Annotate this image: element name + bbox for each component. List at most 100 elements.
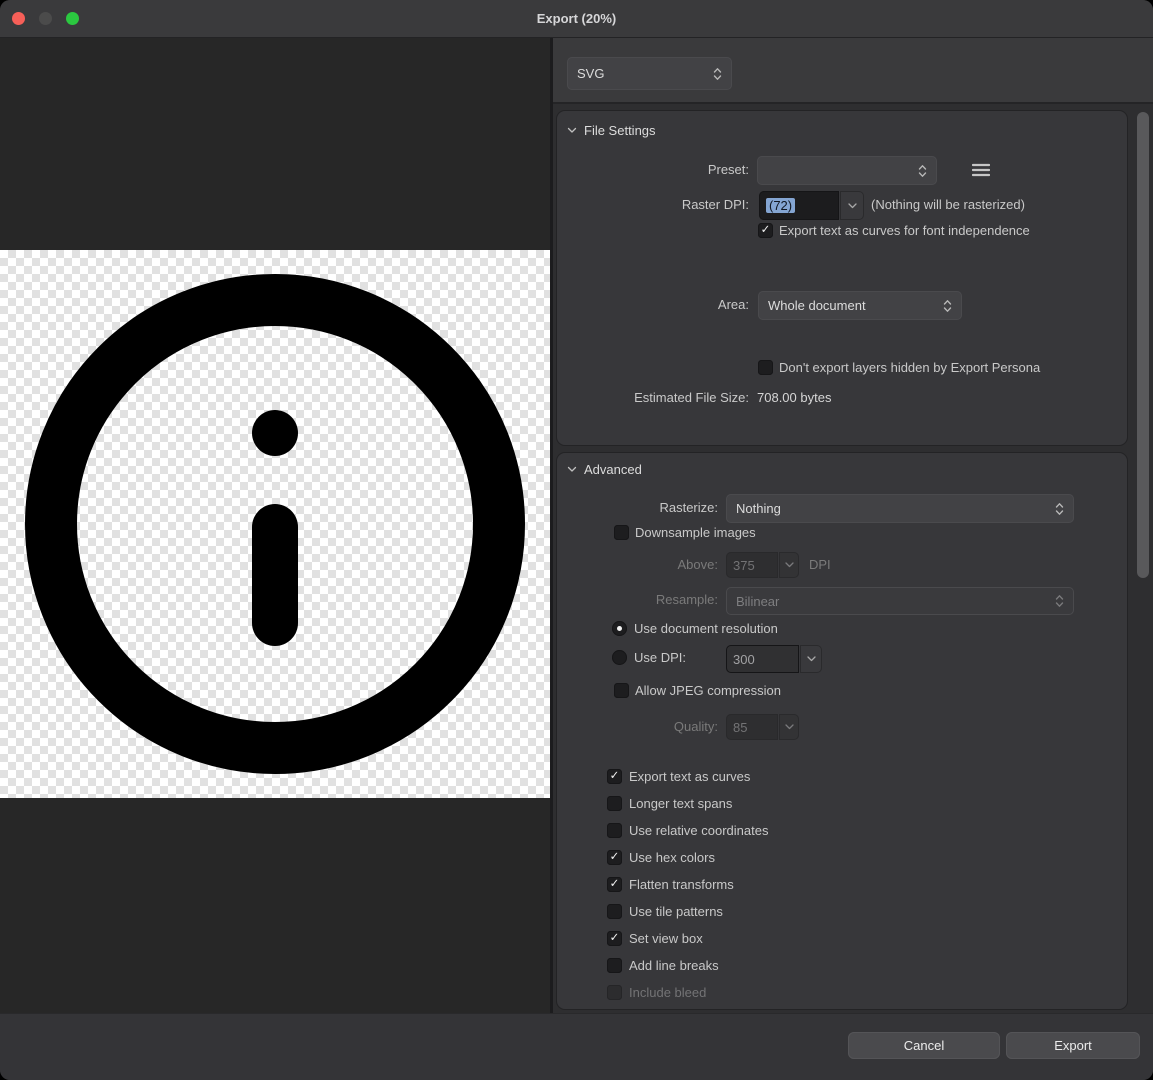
raster-dpi-dropdown-button[interactable]	[840, 191, 864, 220]
use-dpi-dropdown-button[interactable]	[800, 645, 822, 673]
estimated-size-label: Estimated File Size:	[557, 388, 749, 408]
title-bar: Export (20%)	[0, 0, 1153, 38]
svg-option-row: Export text as curves	[557, 764, 1129, 791]
option-label: Use tile patterns	[629, 902, 723, 922]
option-label: Longer text spans	[629, 794, 732, 814]
svg-option-row: Flatten transforms	[557, 872, 1129, 899]
option-label: Add line breaks	[629, 956, 719, 976]
option-checkbox[interactable]	[607, 958, 622, 973]
advanced-panel: Advanced Rasterize: Nothing Downsample i…	[556, 452, 1128, 1010]
svg-option-row: Use relative coordinates	[557, 818, 1129, 845]
above-field: 375	[726, 552, 778, 578]
resample-label: Resample:	[557, 590, 718, 610]
use-dpi-label: Use DPI:	[634, 648, 686, 668]
svg-option-row: Set view box	[557, 926, 1129, 953]
rasterize-select-value: Nothing	[736, 501, 1055, 516]
area-select-value: Whole document	[768, 298, 943, 313]
option-label: Include bleed	[629, 983, 706, 1003]
use-dpi-field[interactable]: 300	[726, 645, 799, 673]
raster-dpi-value: (72)	[766, 198, 795, 213]
above-label: Above:	[557, 555, 718, 575]
area-select[interactable]: Whole document	[758, 291, 962, 320]
advanced-header[interactable]: Advanced	[567, 462, 642, 477]
downsample-checkbox[interactable]	[614, 525, 629, 540]
use-dpi-combo[interactable]: 300	[726, 645, 822, 673]
cancel-button[interactable]: Cancel	[848, 1032, 1000, 1059]
disclosure-chevron-icon	[567, 127, 577, 134]
chevron-down-icon	[848, 203, 857, 209]
quality-value: 85	[733, 720, 747, 735]
above-combo: 375	[726, 552, 799, 578]
stepper-chevrons-icon	[943, 299, 952, 313]
resample-select-value: Bilinear	[736, 594, 1055, 609]
rasterize-label: Rasterize:	[557, 498, 718, 518]
option-checkbox[interactable]	[607, 769, 622, 784]
export-button[interactable]: Export	[1006, 1032, 1140, 1059]
option-label: Use hex colors	[629, 848, 715, 868]
stepper-chevrons-icon	[713, 67, 722, 81]
quality-combo: 85	[726, 714, 799, 740]
option-checkbox[interactable]	[607, 931, 622, 946]
use-doc-resolution-label: Use document resolution	[634, 619, 778, 639]
format-select[interactable]: SVG	[567, 57, 732, 90]
downsample-label: Downsample images	[635, 523, 756, 543]
raster-dpi-combo[interactable]: (72)	[759, 191, 864, 220]
chevron-down-icon	[785, 724, 794, 730]
rasterize-select[interactable]: Nothing	[726, 494, 1074, 523]
raster-dpi-field[interactable]: (72)	[759, 191, 839, 220]
preset-menu-icon[interactable]	[972, 163, 990, 177]
above-value: 375	[733, 558, 755, 573]
option-checkbox[interactable]	[607, 904, 622, 919]
dont-export-hidden-label: Don't export layers hidden by Export Per…	[779, 358, 1040, 378]
transparency-checkerboard	[0, 250, 550, 798]
use-dpi-value: 300	[733, 652, 755, 667]
disclosure-chevron-icon	[567, 466, 577, 473]
resample-select: Bilinear	[726, 587, 1074, 615]
option-checkbox[interactable]	[607, 796, 622, 811]
stepper-chevrons-icon	[1055, 594, 1064, 608]
option-checkbox[interactable]	[607, 850, 622, 865]
preset-select[interactable]	[757, 156, 937, 185]
export-text-curves-label: Export text as curves for font independe…	[779, 221, 1030, 241]
option-label: Export text as curves	[629, 767, 750, 787]
estimated-size-value: 708.00 bytes	[757, 388, 831, 408]
dont-export-hidden-checkbox[interactable]	[758, 360, 773, 375]
export-text-curves-checkbox[interactable]	[758, 223, 773, 238]
option-checkbox	[607, 985, 622, 1000]
raster-dpi-label: Raster DPI:	[557, 195, 749, 215]
svg-option-row: Use tile patterns	[557, 899, 1129, 926]
window-title: Export (20%)	[0, 0, 1153, 38]
option-checkbox[interactable]	[607, 877, 622, 892]
jpeg-compression-label: Allow JPEG compression	[635, 681, 781, 701]
jpeg-compression-checkbox[interactable]	[614, 683, 629, 698]
preset-label: Preset:	[557, 160, 749, 180]
quality-dropdown-button	[779, 714, 799, 740]
file-settings-panel: File Settings Preset: Raster DPI: (72)	[556, 110, 1128, 446]
raster-dpi-hint: (Nothing will be rasterized)	[871, 195, 1025, 215]
above-unit: DPI	[809, 555, 831, 575]
format-select-value: SVG	[577, 66, 713, 81]
svg-option-row: Use hex colors	[557, 845, 1129, 872]
svg-option-row: Add line breaks	[557, 953, 1129, 980]
option-label: Set view box	[629, 929, 703, 949]
info-circle-icon	[0, 250, 550, 798]
option-checkbox[interactable]	[607, 823, 622, 838]
svg-options-list: Export text as curves Longer text spans Us…	[557, 764, 1129, 1007]
settings-pane: SVG File Settings Preset:	[553, 38, 1153, 1013]
advanced-title: Advanced	[584, 462, 642, 477]
chevron-down-icon	[807, 656, 816, 662]
scrollbar-thumb[interactable]	[1137, 112, 1149, 578]
format-strip: SVG	[553, 38, 1153, 104]
use-doc-resolution-radio[interactable]	[612, 621, 627, 636]
file-settings-title: File Settings	[584, 123, 656, 138]
use-dpi-radio[interactable]	[612, 650, 627, 665]
svg-option-row: Include bleed	[557, 980, 1129, 1007]
quality-label: Quality:	[557, 717, 718, 737]
option-label: Use relative coordinates	[629, 821, 768, 841]
stepper-chevrons-icon	[1055, 502, 1064, 516]
file-settings-header[interactable]: File Settings	[567, 123, 656, 138]
preview-pane	[0, 38, 550, 1013]
footer-bar: Cancel Export	[0, 1013, 1153, 1080]
area-label: Area:	[557, 295, 749, 315]
stepper-chevrons-icon	[918, 164, 927, 178]
